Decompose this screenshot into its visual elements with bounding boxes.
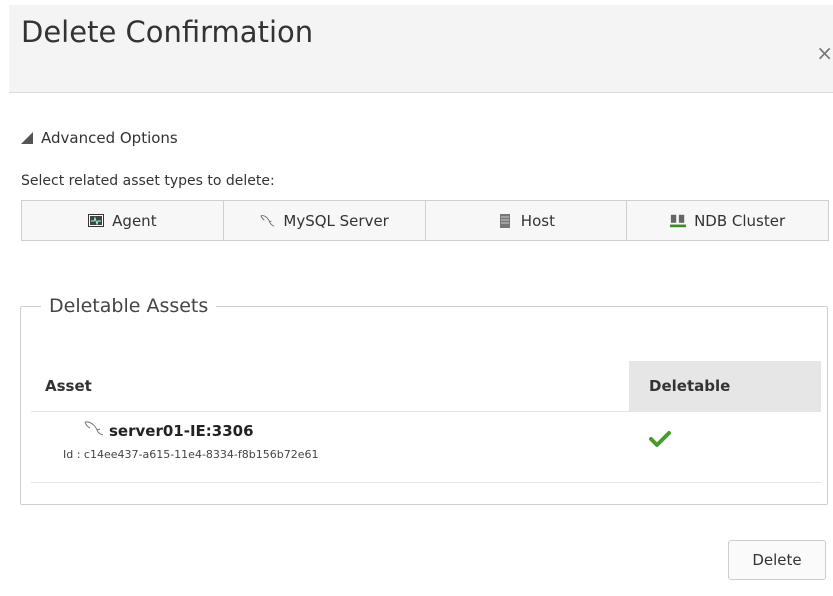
- mysql-server-label: MySQL Server: [283, 211, 389, 230]
- column-header-asset: Asset: [45, 377, 92, 395]
- close-icon[interactable]: ×: [816, 41, 833, 65]
- dialog-header: Delete Confirmation ×: [9, 5, 833, 93]
- table-header: Asset Deletable: [31, 361, 821, 412]
- delete-button[interactable]: Delete: [728, 540, 826, 580]
- agent-toggle-button[interactable]: Agent: [22, 201, 224, 240]
- advanced-options-label: Advanced Options: [41, 129, 178, 147]
- deletable-assets-legend: Deletable Assets: [49, 295, 209, 317]
- triangle-expanded-icon: [21, 132, 33, 144]
- deletable-cell: [629, 412, 821, 482]
- assets-table: Asset Deletable server01-IE:3306 Id : c1…: [31, 361, 821, 483]
- advanced-options-toggle[interactable]: Advanced Options: [21, 129, 178, 147]
- checkmark-icon: [649, 431, 671, 447]
- ndb-cluster-toggle-button[interactable]: NDB Cluster: [627, 201, 828, 240]
- host-label: Host: [520, 211, 555, 230]
- column-header-deletable: Deletable: [629, 361, 821, 411]
- mysql-dolphin-icon: [260, 214, 275, 227]
- agent-label: Agent: [112, 211, 157, 230]
- ndb-cluster-label: NDB Cluster: [694, 211, 786, 230]
- delete-confirmation-dialog: Delete Confirmation × Advanced Options S…: [9, 5, 833, 596]
- asset-name: server01-IE:3306: [109, 422, 254, 440]
- agent-icon: [88, 213, 105, 227]
- host-toggle-button[interactable]: Host: [426, 201, 628, 240]
- select-asset-types-label: Select related asset types to delete:: [21, 173, 275, 189]
- dialog-title: Delete Confirmation: [21, 15, 314, 49]
- asset-cell: server01-IE:3306 Id : c14ee437-a615-11e4…: [31, 412, 629, 482]
- host-icon: [499, 213, 510, 228]
- mysql-dolphin-icon: [84, 421, 104, 436]
- asset-id: Id : c14ee437-a615-11e4-8334-f8b156b72e6…: [63, 448, 319, 461]
- ndb-cluster-icon: [670, 214, 687, 227]
- mysql-server-toggle-button[interactable]: MySQL Server: [224, 201, 426, 240]
- asset-type-button-group: Agent MySQL Server Host NDB Cluster: [21, 200, 829, 241]
- deletable-assets-panel: Deletable Assets Asset Deletable server0…: [20, 295, 828, 505]
- table-row: server01-IE:3306 Id : c14ee437-a615-11e4…: [31, 412, 821, 483]
